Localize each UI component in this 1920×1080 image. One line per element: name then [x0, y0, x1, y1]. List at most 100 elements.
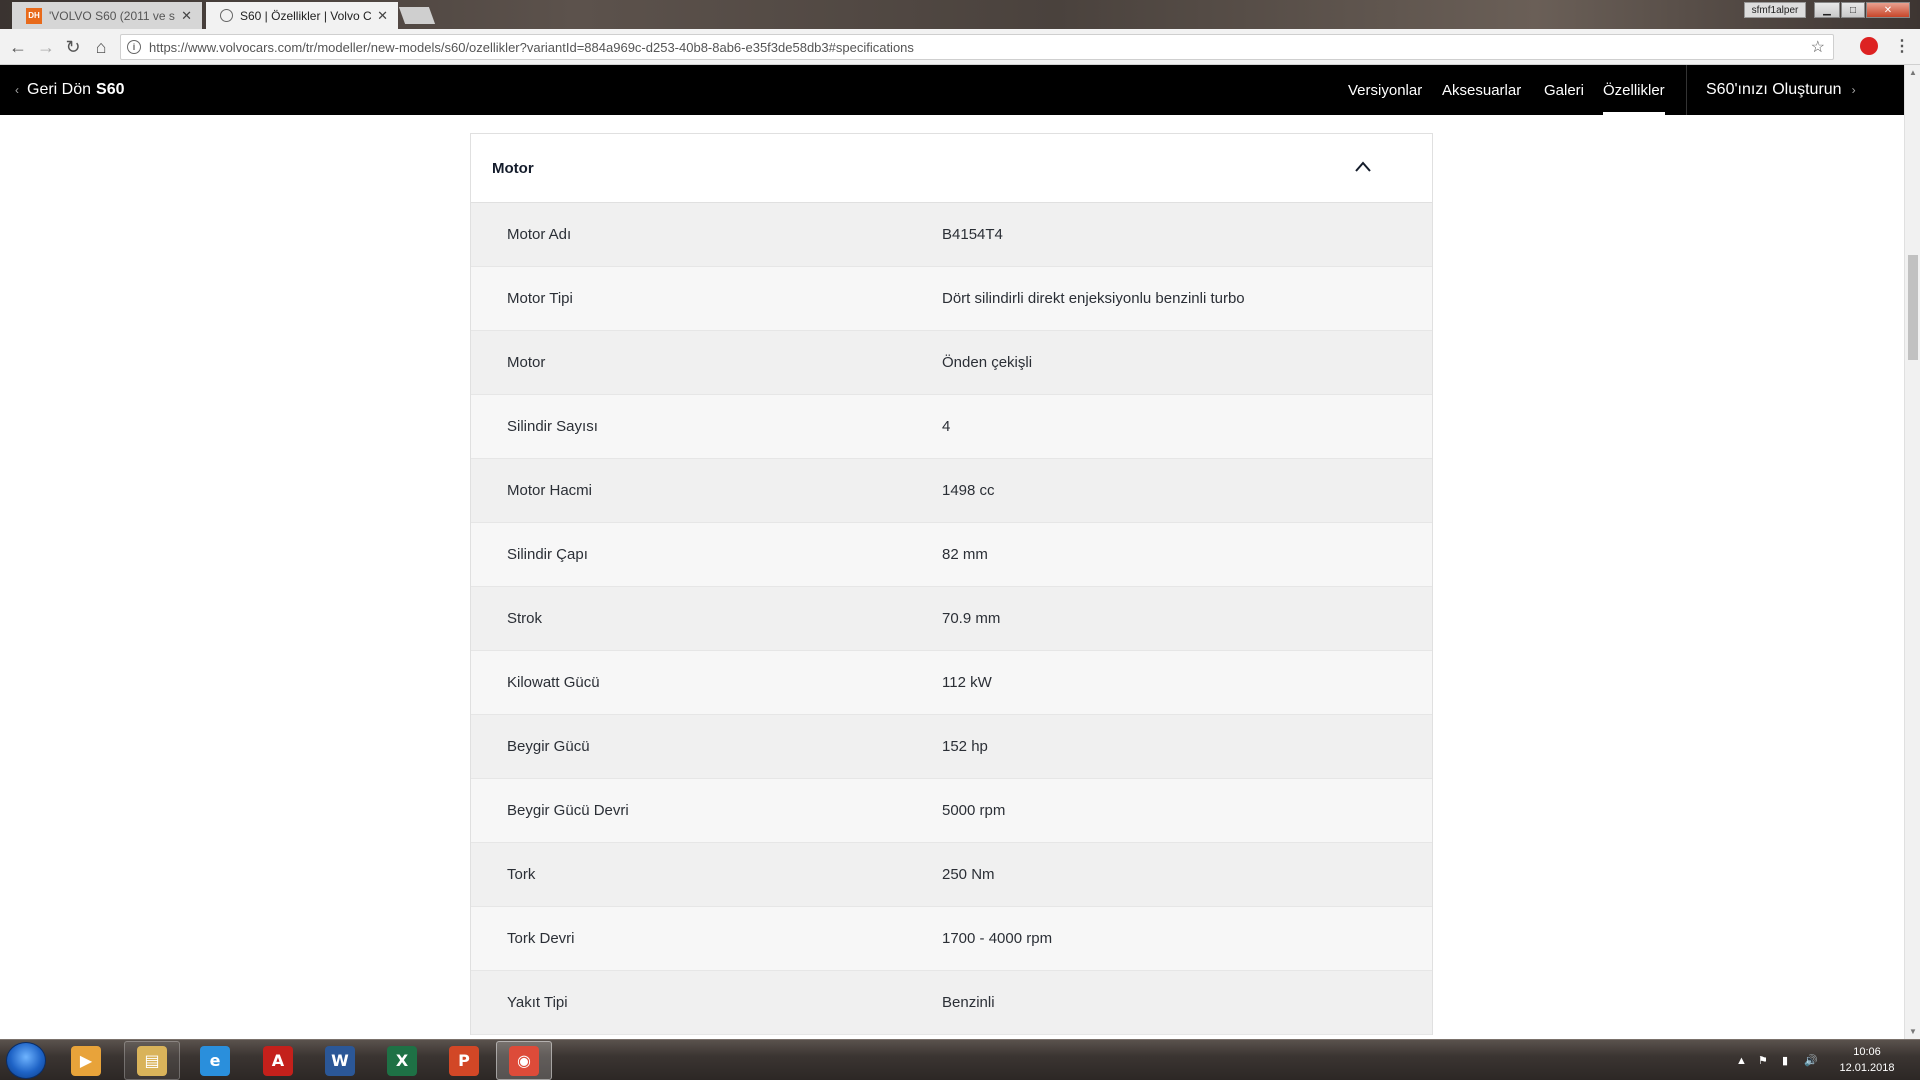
- spec-label: Tork: [507, 866, 536, 883]
- spec-row: Beygir Gücü Devri 5000 rpm: [471, 779, 1432, 843]
- back-to-model-link[interactable]: ‹ Geri Dön S60: [15, 65, 125, 115]
- spec-value: 70.9 mm: [942, 610, 1001, 627]
- maximize-button[interactable]: □: [1841, 2, 1865, 18]
- system-clock[interactable]: 10:06 12.01.2018: [1826, 1044, 1908, 1076]
- bookmark-star-icon[interactable]: ☆: [1811, 37, 1825, 57]
- spec-accordion: Motor Motor Adı B4154T4 Motor Tipi Dört sil…: [470, 133, 1433, 1035]
- browser-menu-icon[interactable]: ⋮: [1894, 36, 1910, 56]
- internet-explorer-icon: e: [200, 1045, 230, 1076]
- url-text[interactable]: https://www.volvocars.com/tr/modeller/ne…: [149, 40, 1811, 55]
- spec-label: Motor Hacmi: [507, 482, 593, 499]
- spec-value: 250 Nm: [942, 866, 995, 883]
- excel-icon: X: [387, 1045, 417, 1076]
- scroll-up-icon[interactable]: ▲: [1909, 68, 1917, 77]
- spec-row: Beygir Gücü 152 hp: [471, 715, 1432, 779]
- spec-row: Motor Hacmi 1498 cc: [471, 459, 1432, 523]
- spec-row: Silindir Sayısı 4: [471, 395, 1432, 459]
- chevron-up-icon[interactable]: [1354, 158, 1372, 176]
- model-sub-navigation: ‹ Geri Dön S60 Versiyonlar Aksesuarlar G…: [0, 65, 1904, 115]
- browser-tab-strip: DH 'VOLVO S60 (2011 ve so ✕ S60 | Özelli…: [0, 0, 1920, 29]
- taskbar-word-button[interactable]: W: [312, 1041, 368, 1080]
- taskbar-powerpoint-button[interactable]: P: [436, 1041, 492, 1080]
- spec-row: Silindir Çapı 82 mm: [471, 523, 1432, 587]
- home-icon[interactable]: ⌂: [91, 37, 111, 57]
- tab-close-icon[interactable]: ✕: [181, 8, 192, 24]
- spec-label: Motor: [507, 354, 546, 371]
- spec-value: 152 hp: [942, 738, 988, 755]
- spec-row: Yakıt Tipi Benzinli: [471, 971, 1432, 1035]
- chevron-left-icon: ‹: [15, 83, 19, 97]
- tab-close-icon[interactable]: ✕: [377, 8, 388, 24]
- spec-value: 1498 cc: [942, 482, 995, 499]
- taskbar-excel-button[interactable]: X: [374, 1041, 430, 1080]
- windows-taskbar: ▶ ▤ e A W X P ◉ ▲ ⚑ ▮ 🔊 10:06 12.01.2018: [0, 1039, 1920, 1080]
- spec-label: Motor Tipi: [507, 290, 573, 307]
- clock-time: 10:06: [1853, 1046, 1881, 1058]
- new-tab-button[interactable]: [398, 7, 436, 24]
- site-info-icon[interactable]: i: [127, 40, 141, 54]
- spec-row: Motor Önden çekişli: [471, 331, 1432, 395]
- volume-icon[interactable]: 🔊: [1804, 1040, 1818, 1080]
- spec-label: Strok: [507, 610, 543, 627]
- reload-icon[interactable]: ↻: [63, 37, 83, 57]
- chrome-icon: ◉: [509, 1045, 539, 1076]
- nav-divider: [1686, 65, 1687, 115]
- scrollbar-thumb[interactable]: [1908, 255, 1918, 360]
- spec-row: Tork Devri 1700 - 4000 rpm: [471, 907, 1432, 971]
- nav-versions[interactable]: Versiyonlar: [1348, 65, 1422, 115]
- spec-label: Tork Devri: [507, 930, 575, 947]
- word-icon: W: [325, 1045, 355, 1076]
- spec-row: Strok 70.9 mm: [471, 587, 1432, 651]
- clock-date: 12.01.2018: [1839, 1062, 1895, 1074]
- chevron-right-icon: ›: [1851, 83, 1856, 97]
- taskbar-explorer-button[interactable]: ▤: [124, 1041, 180, 1080]
- spec-value: 4: [942, 418, 951, 435]
- scroll-down-icon[interactable]: ▼: [1909, 1027, 1917, 1036]
- browser-toolbar: ← → ↻ ⌂ i https://www.volvocars.com/tr/m…: [0, 29, 1920, 65]
- spec-value: Dört silindirli direkt enjeksiyonlu benz…: [942, 290, 1245, 307]
- spec-label: Kilowatt Gücü: [507, 674, 600, 691]
- network-icon[interactable]: ▮: [1782, 1040, 1788, 1080]
- extension-icon[interactable]: [1860, 37, 1878, 55]
- back-arrow-icon[interactable]: ←: [8, 37, 28, 57]
- nav-specifications[interactable]: Özellikler: [1603, 65, 1665, 115]
- minimize-button[interactable]: ▁: [1814, 2, 1840, 18]
- tab-title: 'VOLVO S60 (2011 ve so: [49, 8, 176, 23]
- nav-gallery[interactable]: Galeri: [1544, 65, 1584, 115]
- spec-value: 82 mm: [942, 546, 988, 563]
- spec-label: Silindir Çapı: [507, 546, 588, 563]
- spec-row: Kilowatt Gücü 112 kW: [471, 651, 1432, 715]
- spec-value: 112 kW: [942, 674, 992, 691]
- tray-expand-icon[interactable]: ▲: [1736, 1040, 1747, 1080]
- build-label: S60'ınızı Oluşturun: [1706, 81, 1842, 98]
- window-user-badge[interactable]: sfmf1alper: [1744, 2, 1806, 18]
- taskbar-media-player-button[interactable]: ▶: [58, 1041, 114, 1080]
- taskbar-acrobat-button[interactable]: A: [250, 1041, 306, 1080]
- section-title: Motor: [492, 159, 534, 177]
- taskbar-chrome-button[interactable]: ◉: [496, 1041, 552, 1080]
- spec-value: B4154T4: [942, 226, 1003, 243]
- window-close-button[interactable]: ✕: [1866, 2, 1910, 18]
- spec-value: Önden çekişli: [942, 354, 1033, 371]
- nav-accessories[interactable]: Aksesuarlar: [1442, 65, 1521, 115]
- tab-s60-specs[interactable]: S60 | Özellikler | Volvo C ✕: [206, 2, 398, 29]
- accordion-header-motor[interactable]: Motor: [471, 134, 1432, 203]
- model-name: S60: [96, 81, 125, 98]
- action-center-flag-icon[interactable]: ⚑: [1758, 1040, 1768, 1080]
- media-player-icon: ▶: [71, 1045, 101, 1076]
- spec-row: Motor Tipi Dört silindirli direkt enjeksi…: [471, 267, 1432, 331]
- spec-label: Beygir Gücü Devri: [507, 802, 629, 819]
- page-scrollbar[interactable]: ▲ ▼: [1904, 65, 1920, 1039]
- taskbar-internet-explorer-button[interactable]: e: [187, 1041, 243, 1080]
- spec-label: Silindir Sayısı: [507, 418, 598, 435]
- tab-volvo-forum[interactable]: DH 'VOLVO S60 (2011 ve so ✕: [12, 2, 202, 29]
- back-label: Geri Dön: [27, 81, 92, 98]
- spec-row: Motor Adı B4154T4: [471, 203, 1432, 267]
- tab-favicon-icon: DH: [26, 7, 42, 24]
- forward-arrow-icon[interactable]: →: [36, 37, 56, 57]
- start-button[interactable]: [6, 1042, 46, 1079]
- address-bar[interactable]: i https://www.volvocars.com/tr/modeller/…: [120, 34, 1834, 60]
- spec-value: 1700 - 4000 rpm: [942, 930, 1053, 947]
- spec-row: Tork 250 Nm: [471, 843, 1432, 907]
- build-your-car-link[interactable]: S60'ınızı Oluşturun ›: [1706, 65, 1856, 115]
